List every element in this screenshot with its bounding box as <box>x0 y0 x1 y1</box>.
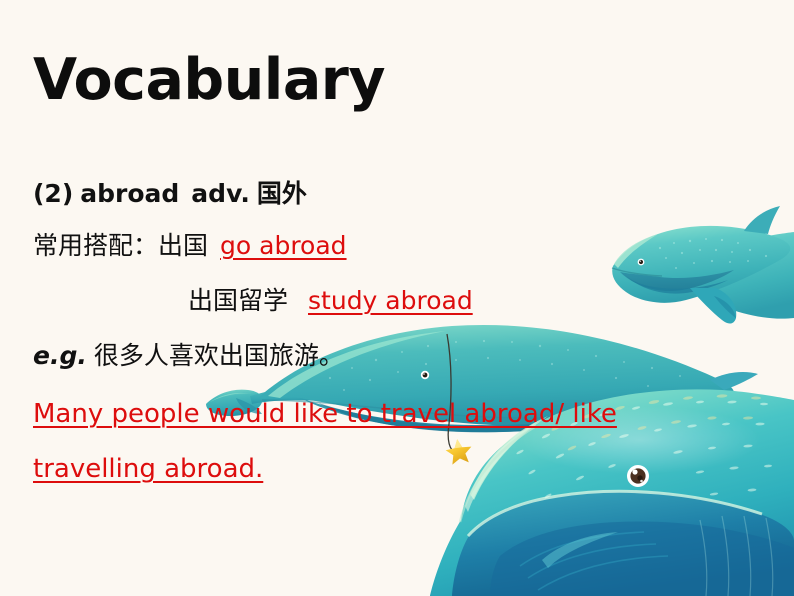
collocation-english-2: study abroad <box>308 286 473 315</box>
text-layer: Vocabulary (2) abroad adv. 国外 常用搭配：出国 go abr… <box>0 0 794 596</box>
vocab-entry-line: (2) abroad adv. 国外 <box>33 179 307 209</box>
slide-canvas: Vocabulary (2) abroad adv. 国外 常用搭配：出国 go abr… <box>0 0 794 596</box>
collocation-chinese-1: 出国 <box>158 231 209 260</box>
collocation-label: 常用搭配： <box>33 231 159 260</box>
page-title: Vocabulary <box>33 47 386 113</box>
example-chinese-line: e.g. 很多人喜欢出国旅游。 <box>33 341 344 371</box>
entry-translation: 国外 <box>256 179 307 208</box>
collocation-line-2: 出国留学 study abroad <box>188 286 473 316</box>
example-english-line-2: travelling abroad. <box>33 454 264 485</box>
example-marker: e.g. <box>33 341 87 370</box>
entry-part-of-speech: adv. <box>191 179 250 208</box>
example-english-text-2: travelling abroad. <box>33 454 264 484</box>
example-english-line-1: Many people would like to travel abroad/… <box>33 399 617 430</box>
entry-word: abroad <box>80 179 180 208</box>
example-chinese: 很多人喜欢出国旅游。 <box>93 341 344 370</box>
example-english-text-1: Many people would like to travel abroad/… <box>33 399 617 429</box>
collocation-line-1: 常用搭配：出国 go abroad <box>33 231 347 261</box>
collocation-english-1: go abroad <box>220 231 347 260</box>
entry-number: (2) <box>33 179 74 208</box>
collocation-chinese-2: 出国留学 <box>188 286 289 315</box>
